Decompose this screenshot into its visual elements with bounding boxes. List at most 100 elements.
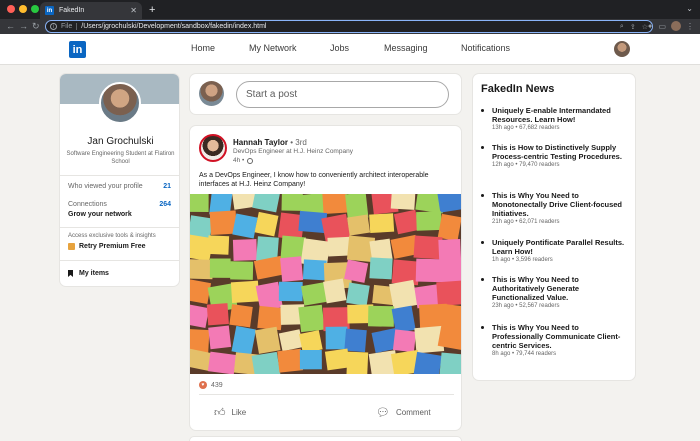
new-tab-icon[interactable]: + bbox=[149, 3, 155, 17]
premium-link[interactable]: Retry Premium Free bbox=[68, 243, 146, 250]
divider bbox=[60, 227, 179, 228]
tab-menu-chevron-icon[interactable]: ⌄ bbox=[686, 4, 693, 13]
globe-icon bbox=[247, 157, 254, 164]
divider bbox=[60, 260, 179, 261]
favicon-icon: in bbox=[45, 6, 54, 15]
browser-tab[interactable]: in FakedIn ✕ bbox=[40, 2, 142, 19]
sticky-note bbox=[232, 213, 258, 239]
news-item[interactable]: Uniquely Pontificate Parallel Results. L… bbox=[481, 238, 631, 263]
reaction-summary[interactable]: ♥ 439 bbox=[199, 381, 223, 389]
browser-tab-bar: in FakedIn ✕ + ⌄ bbox=[0, 0, 700, 19]
maximize-window-button[interactable] bbox=[31, 5, 39, 13]
sticky-note bbox=[280, 256, 304, 282]
back-icon[interactable]: ← bbox=[6, 20, 15, 33]
sticky-note bbox=[206, 303, 229, 326]
heart-icon: ♥ bbox=[199, 381, 207, 389]
sticky-note bbox=[208, 325, 232, 350]
my-items-label: My items bbox=[79, 270, 109, 277]
sticky-note bbox=[369, 257, 393, 280]
menu-icon[interactable]: ⋮ bbox=[686, 22, 694, 31]
news-meta: 12h ago • 79,470 readers bbox=[492, 162, 560, 168]
nav-my-network[interactable]: My Network bbox=[249, 43, 297, 53]
news-item[interactable]: This is Why You Need to Authoritatively … bbox=[481, 275, 631, 309]
sticky-note bbox=[278, 281, 303, 302]
author-avatar[interactable] bbox=[199, 134, 227, 162]
profile-name[interactable]: Jan Grochulski bbox=[60, 136, 179, 147]
news-meta: 23h ago • 52,567 readers bbox=[492, 303, 560, 309]
news-item[interactable]: This is Why You Need to Professionally C… bbox=[481, 323, 631, 357]
sticky-note bbox=[207, 351, 237, 374]
news-meta: 8h ago • 79,744 readers bbox=[492, 351, 557, 357]
bullet bbox=[481, 146, 484, 149]
nav-jobs[interactable]: Jobs bbox=[330, 43, 349, 53]
scheme-label: File bbox=[61, 23, 78, 30]
sticky-note bbox=[299, 349, 322, 370]
connections-label[interactable]: Connections bbox=[68, 201, 107, 208]
sticky-note bbox=[441, 261, 461, 283]
sticky-note bbox=[389, 279, 418, 310]
logo[interactable]: in bbox=[69, 41, 86, 58]
sticky-note bbox=[392, 329, 417, 353]
sticky-note bbox=[207, 235, 230, 255]
reload-icon[interactable]: ↻ bbox=[32, 20, 40, 33]
my-items-link[interactable]: My items bbox=[68, 270, 109, 277]
post-image-sticky-notes[interactable] bbox=[190, 194, 461, 374]
extensions-icon[interactable]: ✦ bbox=[647, 22, 654, 31]
composer-avatar[interactable] bbox=[199, 81, 224, 106]
info-icon[interactable]: i bbox=[50, 23, 57, 30]
forward-icon[interactable]: → bbox=[19, 20, 28, 33]
sticky-note bbox=[322, 194, 348, 215]
bullet bbox=[481, 241, 484, 244]
bullet bbox=[481, 326, 484, 329]
bullet bbox=[481, 278, 484, 281]
author-name[interactable]: Hannah Taylor • 3rd bbox=[233, 138, 307, 147]
profile-avatar[interactable] bbox=[99, 82, 141, 124]
close-window-button[interactable] bbox=[7, 5, 15, 13]
share-icon[interactable]: ⇪ bbox=[630, 23, 636, 31]
sticky-note bbox=[323, 278, 347, 304]
sidebar-icon[interactable]: ▭ bbox=[658, 22, 666, 31]
nav-notifications[interactable]: Notifications bbox=[461, 43, 510, 53]
browser-profile-avatar[interactable] bbox=[671, 21, 681, 31]
connection-degree: • 3rd bbox=[290, 138, 307, 147]
news-item[interactable]: This is Why You Need to Monotonectally D… bbox=[481, 191, 631, 225]
grow-network-link[interactable]: Grow your network bbox=[68, 211, 132, 218]
nav-messaging[interactable]: Messaging bbox=[384, 43, 428, 53]
author-name-text: Hannah Taylor bbox=[233, 138, 288, 147]
sticky-note bbox=[367, 305, 395, 327]
sticky-note bbox=[257, 305, 284, 331]
sticky-note bbox=[299, 330, 323, 354]
news-meta: 13h ago • 67,682 readers bbox=[492, 125, 560, 131]
header-avatar[interactable] bbox=[614, 41, 630, 57]
bullet bbox=[481, 194, 484, 197]
close-tab-icon[interactable]: ✕ bbox=[130, 6, 137, 15]
sticky-note bbox=[229, 304, 253, 328]
profile-viewers-label[interactable]: Who viewed your profile bbox=[68, 183, 143, 190]
sticky-note bbox=[346, 214, 371, 236]
news-item[interactable]: This is How to Distinctively Supply Proc… bbox=[481, 143, 631, 168]
sticky-note bbox=[369, 213, 395, 234]
sticky-note bbox=[230, 280, 260, 304]
sticky-note bbox=[190, 194, 209, 212]
like-button[interactable]: 👍︎ Like bbox=[214, 406, 246, 419]
bookmark-icon bbox=[68, 270, 73, 277]
start-post-input[interactable]: Start a post bbox=[236, 81, 449, 108]
sticky-note bbox=[344, 328, 367, 353]
sticky-note bbox=[230, 261, 254, 280]
news-meta: 1h ago • 3,596 readers bbox=[492, 257, 553, 263]
sticky-note bbox=[344, 259, 369, 283]
sticky-note bbox=[390, 194, 416, 210]
sticky-note bbox=[416, 211, 442, 231]
profile-viewers-count[interactable]: 21 bbox=[163, 183, 171, 190]
address-bar[interactable]: i File /Users/jgrochulski/Development/sa… bbox=[45, 20, 653, 33]
sticky-note bbox=[254, 326, 281, 354]
nav-home[interactable]: Home bbox=[191, 43, 215, 53]
connections-count[interactable]: 264 bbox=[159, 201, 171, 208]
sticky-note bbox=[302, 259, 327, 281]
news-card: FakedIn News Uniquely E-enable Intermand… bbox=[472, 73, 636, 381]
comment-button[interactable]: 💬︎ Comment bbox=[376, 406, 431, 419]
zoom-icon[interactable]: ⌕ bbox=[620, 23, 624, 31]
minimize-window-button[interactable] bbox=[19, 5, 27, 13]
news-item[interactable]: Uniquely E-enable Intermandated Resource… bbox=[481, 106, 631, 131]
url-text[interactable]: /Users/jgrochulski/Development/sandbox/f… bbox=[81, 23, 620, 30]
